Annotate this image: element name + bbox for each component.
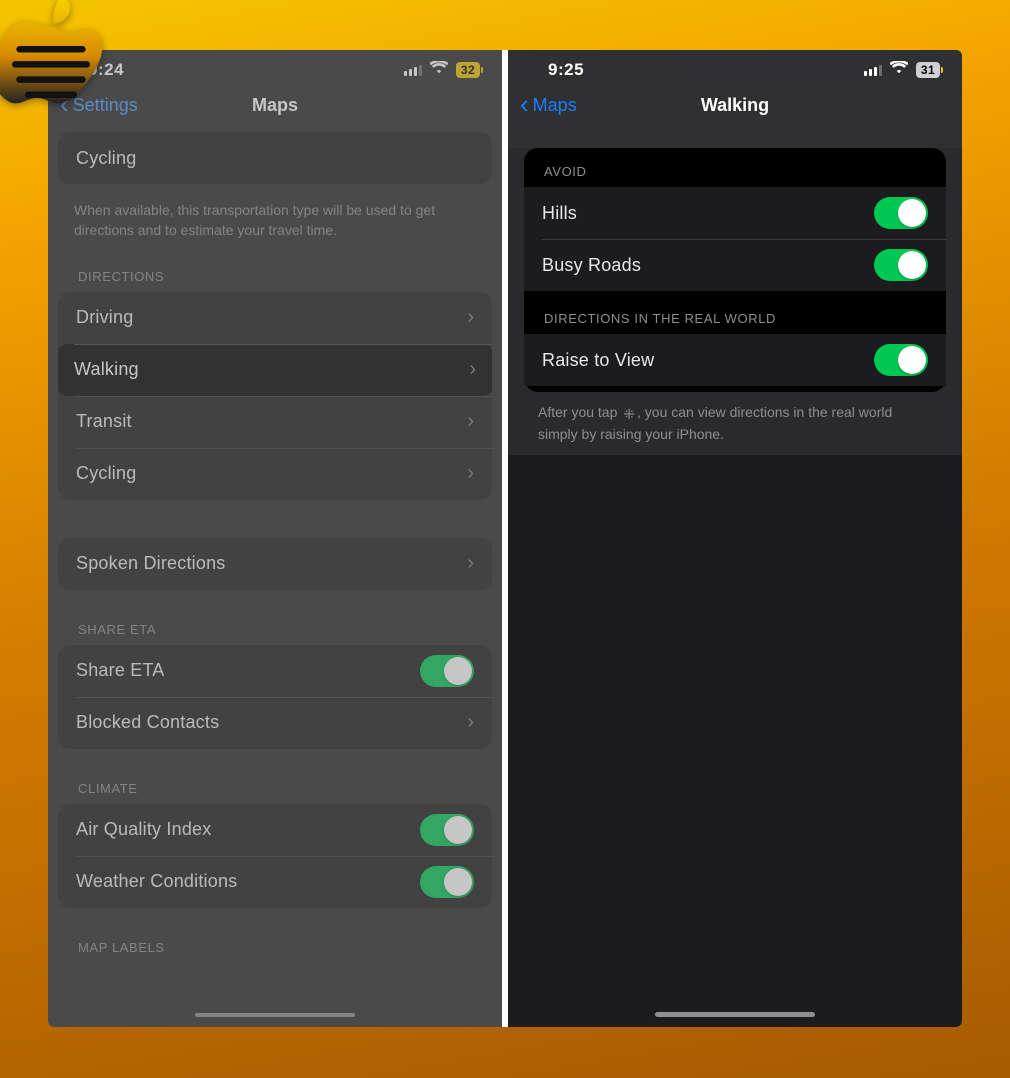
chevron-right-icon: ›: [467, 306, 474, 329]
header-avoid: AVOID: [524, 148, 946, 187]
nav-header: ‹ Maps Walking: [508, 80, 962, 130]
status-bar: 9:24 32: [48, 50, 502, 80]
real-world-group: Raise to View: [524, 334, 946, 386]
header-real-world: DIRECTIONS IN THE REAL WORLD: [524, 291, 946, 334]
home-indicator: [655, 1012, 815, 1017]
nav-header: ‹ Settings Maps: [48, 80, 502, 130]
climate-group: Air Quality Index Weather Conditions: [58, 804, 492, 908]
row-cycling-pref[interactable]: Cycling: [58, 132, 492, 184]
wifi-icon: [890, 61, 908, 78]
walking-settings-card: AVOID Hills Busy Roads DIRECTIONS IN THE…: [524, 148, 946, 392]
ar-icon: ⁜: [623, 404, 635, 424]
avoid-group: Hills Busy Roads: [524, 187, 946, 291]
screenshot-pair: 9:24 32 ‹ Settings Maps Cycling When ava…: [48, 50, 962, 1027]
directions-group: Driving › Walking › Transit › Cycling ›: [58, 292, 492, 500]
toggle-avoid-busy-roads[interactable]: [874, 249, 928, 281]
chevron-left-icon: ‹: [60, 94, 69, 114]
toggle-raise-to-view[interactable]: [874, 344, 928, 376]
transport-footnote: When available, this transportation type…: [58, 196, 492, 249]
share-eta-group: Share ETA Blocked Contacts ›: [58, 645, 492, 749]
chevron-right-icon: ›: [467, 552, 474, 575]
battery-indicator: 32: [456, 62, 480, 78]
header-share-eta: SHARE ETA: [58, 602, 492, 645]
row-raise-to-view[interactable]: Raise to View: [524, 334, 946, 386]
preferred-transport-group: Cycling: [58, 132, 492, 184]
status-time: 9:24: [70, 60, 124, 80]
row-cycling[interactable]: Cycling ›: [58, 448, 492, 500]
row-weather[interactable]: Weather Conditions: [58, 856, 492, 908]
back-button-settings[interactable]: ‹ Settings: [60, 95, 138, 116]
toggle-weather[interactable]: [420, 866, 474, 898]
battery-indicator: 31: [916, 62, 940, 78]
raise-to-view-footnote: After you tap ⁜, you can view directions…: [518, 392, 952, 455]
chevron-right-icon: ›: [467, 462, 474, 485]
chevron-left-icon: ‹: [520, 94, 529, 114]
row-walking[interactable]: Walking ›: [58, 344, 492, 396]
chevron-right-icon: ›: [467, 711, 474, 734]
header-directions: DIRECTIONS: [58, 249, 492, 292]
cellular-icon: [864, 64, 882, 76]
row-transit[interactable]: Transit ›: [58, 396, 492, 448]
back-label: Settings: [73, 95, 138, 116]
row-avoid-hills[interactable]: Hills: [524, 187, 946, 239]
back-label: Maps: [533, 95, 577, 116]
back-button-maps[interactable]: ‹ Maps: [520, 95, 577, 116]
toggle-share-eta[interactable]: [420, 655, 474, 687]
row-spoken-directions[interactable]: Spoken Directions ›: [58, 538, 492, 590]
spoken-group: Spoken Directions ›: [58, 538, 492, 590]
home-indicator: [195, 1013, 355, 1017]
header-map-labels: MAP LABELS: [58, 920, 492, 963]
chevron-right-icon: ›: [469, 358, 476, 381]
cellular-icon: [404, 64, 422, 76]
header-climate: CLIMATE: [58, 761, 492, 804]
phone-walking-settings: 9:25 31 ‹ Maps Walking AVOID Hills: [508, 50, 962, 1027]
row-avoid-busy-roads[interactable]: Busy Roads: [524, 239, 946, 291]
row-air-quality[interactable]: Air Quality Index: [58, 804, 492, 856]
toggle-air-quality[interactable]: [420, 814, 474, 846]
row-share-eta[interactable]: Share ETA: [58, 645, 492, 697]
phone-maps-settings: 9:24 32 ‹ Settings Maps Cycling When ava…: [48, 50, 502, 1027]
row-blocked-contacts[interactable]: Blocked Contacts ›: [58, 697, 492, 749]
status-time: 9:25: [530, 60, 584, 80]
row-driving[interactable]: Driving ›: [58, 292, 492, 344]
status-bar: 9:25 31: [508, 50, 962, 80]
toggle-avoid-hills[interactable]: [874, 197, 928, 229]
chevron-right-icon: ›: [467, 410, 474, 433]
wifi-icon: [430, 61, 448, 78]
